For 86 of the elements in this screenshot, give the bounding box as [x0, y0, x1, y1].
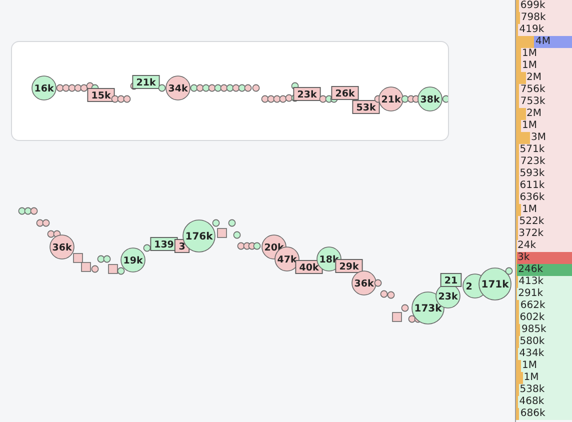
- amount-label: 753k: [519, 96, 546, 108]
- order-row[interactable]: 985k: [516, 324, 572, 336]
- trade-tag: 21: [440, 273, 462, 287]
- order-row[interactable]: 2M: [516, 72, 572, 84]
- trade-tag: 23k: [293, 87, 321, 101]
- order-row[interactable]: 662k: [516, 300, 572, 312]
- amount-label: 1M: [521, 204, 538, 216]
- amount-label: 662k: [519, 300, 546, 312]
- order-row[interactable]: 413k: [516, 276, 572, 288]
- amount-label: 1M: [521, 120, 538, 132]
- amount-label: 985k: [520, 324, 546, 336]
- order-row[interactable]: 522k: [516, 216, 572, 228]
- order-row[interactable]: 468k: [516, 396, 572, 408]
- order-row[interactable]: 636k: [516, 192, 572, 204]
- amount-label: 2M: [526, 108, 542, 120]
- amount-label: 4M: [534, 36, 550, 48]
- amount-label: 246k: [517, 264, 543, 276]
- amount-label: 522k: [518, 216, 544, 228]
- trade-bubble: 16k: [32, 76, 56, 100]
- order-row[interactable]: 699k: [516, 0, 572, 12]
- trade-tag: 53k: [352, 100, 380, 114]
- amount-label: 3M: [530, 132, 546, 144]
- order-row[interactable]: 1M: [516, 360, 572, 372]
- amount-label: 756k: [519, 84, 546, 96]
- order-row[interactable]: 538k: [516, 384, 572, 396]
- trade-tag: 29k: [335, 259, 363, 273]
- order-row[interactable]: 686k: [516, 408, 572, 420]
- order-row[interactable]: 4M: [516, 36, 572, 48]
- order-row[interactable]: 1M: [516, 60, 572, 72]
- order-row[interactable]: 246k: [516, 264, 572, 276]
- trade-bubble: 21k: [378, 86, 404, 112]
- amount-label: 1M: [521, 360, 538, 372]
- order-row[interactable]: 2M: [516, 108, 572, 120]
- amount-label: 636k: [518, 192, 545, 204]
- trade-tag: 21k: [132, 75, 160, 89]
- order-row[interactable]: 1M: [516, 372, 572, 384]
- order-row[interactable]: 723k: [516, 156, 572, 168]
- amount-label: 413k: [518, 276, 544, 288]
- amount-label: 419k: [518, 24, 544, 36]
- amount-label: 1M: [521, 60, 538, 72]
- trade-tag: 15k: [87, 88, 115, 102]
- amount-label: 372k: [518, 228, 544, 240]
- trade-bubble: 171k: [478, 268, 512, 300]
- amount-label: 611k: [518, 180, 545, 192]
- trade-bubble: 36k: [352, 270, 376, 296]
- amount-label: 468k: [518, 396, 544, 408]
- order-row[interactable]: 372k: [516, 228, 572, 240]
- trade-bubble: 38k: [418, 86, 442, 112]
- order-row[interactable]: 756k: [516, 84, 572, 96]
- order-row[interactable]: 602k: [516, 312, 572, 324]
- order-row[interactable]: 24k: [516, 240, 572, 252]
- order-row[interactable]: 3M: [516, 132, 572, 144]
- order-row[interactable]: 434k: [516, 348, 572, 360]
- amount-label: 24k: [516, 240, 536, 252]
- amount-label: 798k: [520, 12, 546, 24]
- order-row[interactable]: 1M: [516, 48, 572, 60]
- amount-label: 699k: [519, 0, 546, 12]
- order-row[interactable]: 571k: [516, 144, 572, 156]
- amount-label: 291k: [517, 288, 543, 300]
- trade-tag: 139: [150, 237, 178, 251]
- amount-label: 1M: [521, 48, 538, 60]
- order-row[interactable]: 611k: [516, 180, 572, 192]
- amount-label: 602k: [518, 312, 545, 324]
- order-row[interactable]: 1M: [516, 204, 572, 216]
- amount-label: 571k: [518, 144, 545, 156]
- order-row[interactable]: 580k: [516, 336, 572, 348]
- order-row[interactable]: 798k: [516, 12, 572, 24]
- amount-label: 723k: [519, 156, 546, 168]
- trade-bubble: 19k: [120, 248, 146, 272]
- order-row[interactable]: 753k: [516, 96, 572, 108]
- amount-label: 3k: [516, 252, 530, 264]
- trade-tag: 26k: [331, 86, 359, 100]
- amount-label: 538k: [518, 384, 545, 396]
- amount-label: 434k: [518, 348, 544, 360]
- amount-label: 580k: [518, 336, 545, 348]
- order-row[interactable]: 593k: [516, 168, 572, 180]
- order-row[interactable]: 1M: [516, 120, 572, 132]
- amount-label: 593k: [518, 168, 545, 180]
- order-row[interactable]: 3k: [516, 252, 572, 264]
- amount-label: 2M: [526, 72, 542, 84]
- amount-label: 1M: [522, 372, 539, 384]
- trade-bubble: 34k: [166, 76, 190, 100]
- amount-label: 686k: [519, 408, 546, 420]
- order-row[interactable]: 419k: [516, 24, 572, 36]
- order-row[interactable]: 291k: [516, 288, 572, 300]
- trade-bubble: 36k: [50, 234, 74, 260]
